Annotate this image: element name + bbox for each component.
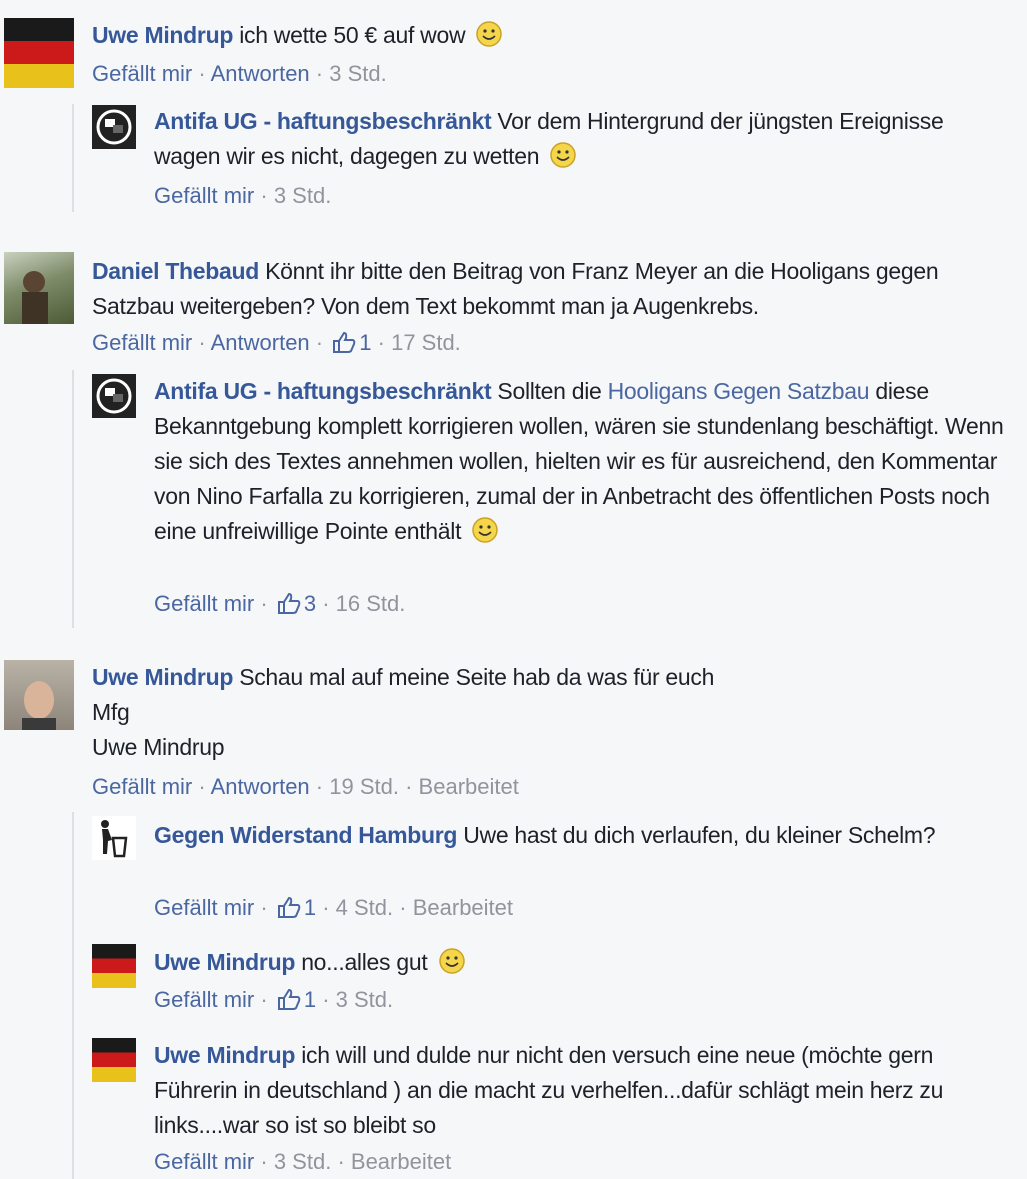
- comment-text: Uwe hast du dich verlaufen, du kleiner S…: [463, 822, 936, 848]
- like-link[interactable]: Gefällt mir: [154, 987, 254, 1012]
- reply-link[interactable]: Antworten: [211, 774, 310, 799]
- comment-text-line: Uwe Mindrup: [92, 734, 225, 760]
- avatar[interactable]: [92, 1038, 136, 1082]
- reply-link[interactable]: Antworten: [211, 61, 310, 86]
- reply-thread-line: [72, 104, 74, 212]
- like-link[interactable]: Gefällt mir: [154, 183, 254, 208]
- smiley-icon: [550, 142, 577, 168]
- reply-thread-line: [72, 370, 74, 628]
- avatar[interactable]: [4, 252, 74, 324]
- like-link[interactable]: Gefällt mir: [154, 895, 254, 920]
- comment-text: Schau mal auf meine Seite hab da was für…: [239, 664, 715, 690]
- like-link[interactable]: Gefällt mir: [92, 61, 192, 86]
- separator: ·: [260, 987, 268, 1012]
- comment-author[interactable]: Uwe Mindrup: [154, 1042, 295, 1068]
- smiley-icon: [476, 21, 503, 47]
- reply-thread-line: [72, 812, 74, 1179]
- comment-author[interactable]: Uwe Mindrup: [154, 949, 295, 975]
- timestamp[interactable]: 17 Std.: [391, 330, 461, 355]
- like-count[interactable]: 1: [359, 330, 371, 355]
- timestamp[interactable]: 3 Std.: [329, 61, 386, 86]
- comment-author[interactable]: Daniel Thebaud: [92, 258, 259, 284]
- separator: ·: [322, 895, 330, 920]
- separator: ·: [198, 61, 206, 86]
- separator: ·: [322, 591, 330, 616]
- like-count[interactable]: 1: [304, 895, 316, 920]
- thumbs-up-icon[interactable]: [276, 987, 302, 1011]
- separator: ·: [337, 1149, 345, 1174]
- comment-text: ich wette 50 € auf wow: [239, 22, 466, 48]
- like-count[interactable]: 3: [304, 591, 316, 616]
- separator: ·: [399, 895, 407, 920]
- comment-author[interactable]: Uwe Mindrup: [92, 22, 233, 48]
- avatar[interactable]: [92, 105, 136, 149]
- separator: ·: [260, 591, 268, 616]
- timestamp[interactable]: 4 Std.: [336, 895, 393, 920]
- separator: ·: [260, 895, 268, 920]
- edited-label[interactable]: Bearbeitet: [351, 1149, 451, 1174]
- separator: ·: [322, 987, 330, 1012]
- like-count[interactable]: 1: [304, 987, 316, 1012]
- trash-person-icon: [101, 820, 128, 858]
- like-link[interactable]: Gefällt mir: [154, 591, 254, 616]
- thumbs-up-icon[interactable]: [276, 591, 302, 615]
- person-photo-icon: [22, 681, 56, 730]
- page-mention-link[interactable]: Hooligans Gegen Satzbau: [608, 378, 870, 404]
- timestamp[interactable]: 3 Std.: [336, 987, 393, 1012]
- smiley-icon: [438, 948, 465, 974]
- smiley-icon: [472, 517, 499, 543]
- separator: ·: [315, 774, 324, 799]
- comment-text-before: Sollten die: [497, 378, 602, 404]
- comment-author[interactable]: Uwe Mindrup: [92, 664, 233, 690]
- like-link[interactable]: Gefällt mir: [92, 330, 192, 355]
- timestamp[interactable]: 19 Std.: [329, 774, 399, 799]
- person-photo-icon: [22, 271, 48, 324]
- separator: ·: [260, 1149, 268, 1174]
- reply-link[interactable]: Antworten: [211, 330, 310, 355]
- separator: ·: [377, 330, 385, 355]
- avatar[interactable]: [4, 18, 74, 88]
- timestamp[interactable]: 3 Std.: [274, 183, 331, 208]
- comment-author[interactable]: Antifa UG - haftungsbeschränkt: [154, 108, 492, 134]
- avatar[interactable]: [92, 816, 136, 860]
- like-link[interactable]: Gefällt mir: [154, 1149, 254, 1174]
- comment-text: no...alles gut: [301, 949, 428, 975]
- timestamp[interactable]: 16 Std.: [336, 591, 406, 616]
- like-link[interactable]: Gefällt mir: [92, 774, 192, 799]
- thumbs-up-icon[interactable]: [276, 895, 302, 919]
- comment-author[interactable]: Antifa UG - haftungsbeschränkt: [154, 378, 492, 404]
- separator: ·: [198, 330, 206, 355]
- separator: ·: [198, 774, 206, 799]
- avatar[interactable]: [4, 660, 74, 730]
- comment-text-line: Mfg: [92, 699, 130, 725]
- edited-label[interactable]: Bearbeitet: [413, 895, 513, 920]
- separator: ·: [405, 774, 413, 799]
- comment-author[interactable]: Gegen Widerstand Hamburg: [154, 822, 457, 848]
- thumbs-up-icon[interactable]: [331, 330, 357, 354]
- avatar[interactable]: [92, 374, 136, 418]
- separator: ·: [315, 330, 324, 355]
- avatar[interactable]: [92, 944, 136, 988]
- edited-label[interactable]: Bearbeitet: [419, 774, 519, 799]
- separator: ·: [315, 61, 324, 86]
- antifa-flag-icon: [96, 378, 132, 414]
- antifa-flag-icon: [96, 109, 132, 145]
- timestamp[interactable]: 3 Std.: [274, 1149, 331, 1174]
- separator: ·: [260, 183, 268, 208]
